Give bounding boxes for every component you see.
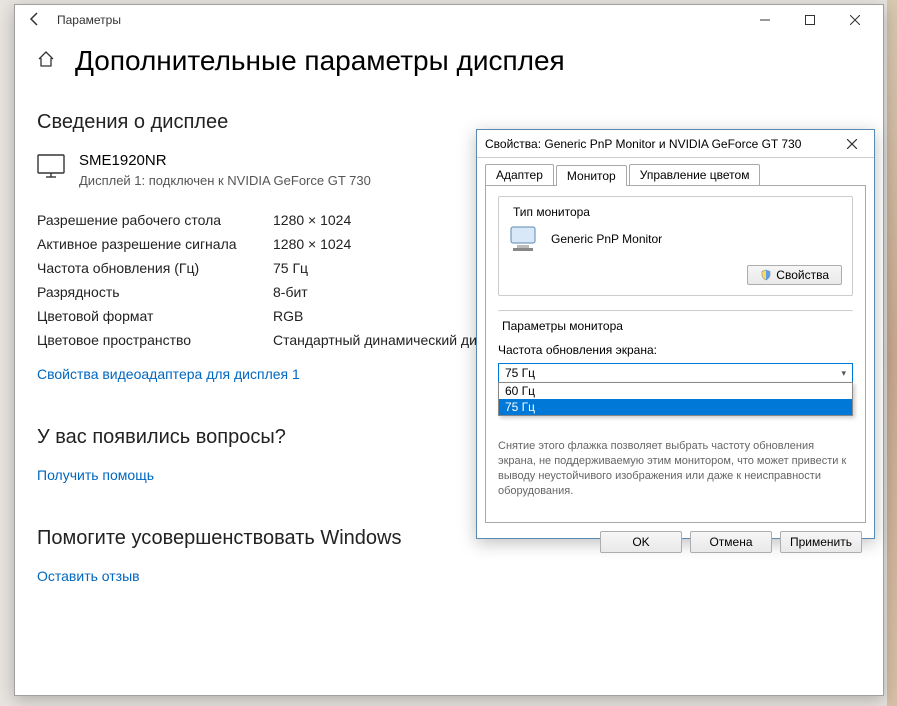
info-label: Цветовое пространство xyxy=(37,332,273,348)
monitor-device-icon xyxy=(509,225,541,253)
window-title: Параметры xyxy=(57,13,121,27)
home-icon[interactable] xyxy=(37,50,55,73)
close-icon xyxy=(850,15,860,25)
tab-panel: Тип монитора Generic PnP Monitor xyxy=(485,185,866,523)
cancel-button[interactable]: Отмена xyxy=(690,531,772,553)
refresh-rate-label: Частота обновления экрана: xyxy=(498,343,853,357)
monitor-type-name: Generic PnP Monitor xyxy=(551,232,662,246)
monitor-type-row: Generic PnP Monitor xyxy=(509,225,842,253)
monitor-icon xyxy=(37,154,65,178)
info-label: Разрешение рабочего стола xyxy=(37,212,273,228)
tab-monitor[interactable]: Монитор xyxy=(556,165,627,186)
back-arrow-icon xyxy=(27,11,43,27)
ok-button[interactable]: OK xyxy=(600,531,682,553)
close-icon xyxy=(847,139,857,149)
tabs: Адаптер Монитор Управление цветом xyxy=(485,164,866,185)
feedback-link[interactable]: Оставить отзыв xyxy=(37,568,140,584)
tab-adapter[interactable]: Адаптер xyxy=(485,164,554,185)
monitor-desc: Дисплей 1: подключен к NVIDIA GeForce GT… xyxy=(79,173,371,188)
maximize-button[interactable] xyxy=(787,5,832,35)
monitor-params-legend: Параметры монитора xyxy=(498,319,627,333)
maximize-icon xyxy=(805,15,815,25)
monitor-type-group: Тип монитора Generic PnP Monitor xyxy=(498,196,853,296)
info-label: Разрядность xyxy=(37,284,273,300)
close-button[interactable] xyxy=(832,5,877,35)
chevron-down-icon: ▾ xyxy=(841,368,846,379)
get-help-link[interactable]: Получить помощь xyxy=(37,467,154,483)
window-controls xyxy=(742,5,877,35)
titlebar: Параметры xyxy=(15,5,883,35)
dialog-close-button[interactable] xyxy=(838,136,866,152)
combo-selected: 75 Гц xyxy=(505,366,535,380)
page-heading: Дополнительные параметры дисплея xyxy=(75,45,565,77)
background-edge xyxy=(887,0,897,706)
info-label: Активное разрешение сигнала xyxy=(37,236,273,252)
dialog-buttons: OK Отмена Применить xyxy=(485,523,866,553)
adapter-properties-link[interactable]: Свойства видеоадаптера для дисплея 1 xyxy=(37,366,300,382)
shield-icon xyxy=(760,269,772,281)
dialog-titlebar: Свойства: Generic PnP Monitor и NVIDIA G… xyxy=(477,130,874,158)
info-label: Частота обновления (Гц) xyxy=(37,260,273,276)
combo-option-75[interactable]: 75 Гц xyxy=(499,399,852,415)
combo-list: 60 Гц 75 Гц xyxy=(498,382,853,416)
properties-dialog: Свойства: Generic PnP Monitor и NVIDIA G… xyxy=(476,129,875,539)
monitor-params-group: Параметры монитора Частота обновления эк… xyxy=(498,310,853,498)
combo-display[interactable]: 75 Гц ▾ xyxy=(498,363,853,383)
apply-button[interactable]: Применить xyxy=(780,531,862,553)
refresh-rate-combo[interactable]: 75 Гц ▾ 60 Гц 75 Гц xyxy=(498,363,853,383)
dialog-title: Свойства: Generic PnP Monitor и NVIDIA G… xyxy=(485,137,838,151)
minimize-button[interactable] xyxy=(742,5,787,35)
tab-color-management[interactable]: Управление цветом xyxy=(629,164,761,185)
monitor-type-legend: Тип монитора xyxy=(509,205,594,219)
minimize-icon xyxy=(760,15,770,25)
hide-modes-hint: Снятие этого флажка позволяет выбрать ча… xyxy=(498,439,853,498)
monitor-properties-button[interactable]: Свойства xyxy=(747,265,842,285)
combo-option-60[interactable]: 60 Гц xyxy=(499,383,852,399)
back-button[interactable] xyxy=(21,11,49,30)
monitor-name: SME1920NR xyxy=(79,152,371,169)
properties-button-label: Свойства xyxy=(776,268,829,282)
info-label: Цветовой формат xyxy=(37,308,273,324)
dialog-body: Адаптер Монитор Управление цветом Тип мо… xyxy=(477,158,874,538)
heading-row: Дополнительные параметры дисплея xyxy=(37,45,861,77)
